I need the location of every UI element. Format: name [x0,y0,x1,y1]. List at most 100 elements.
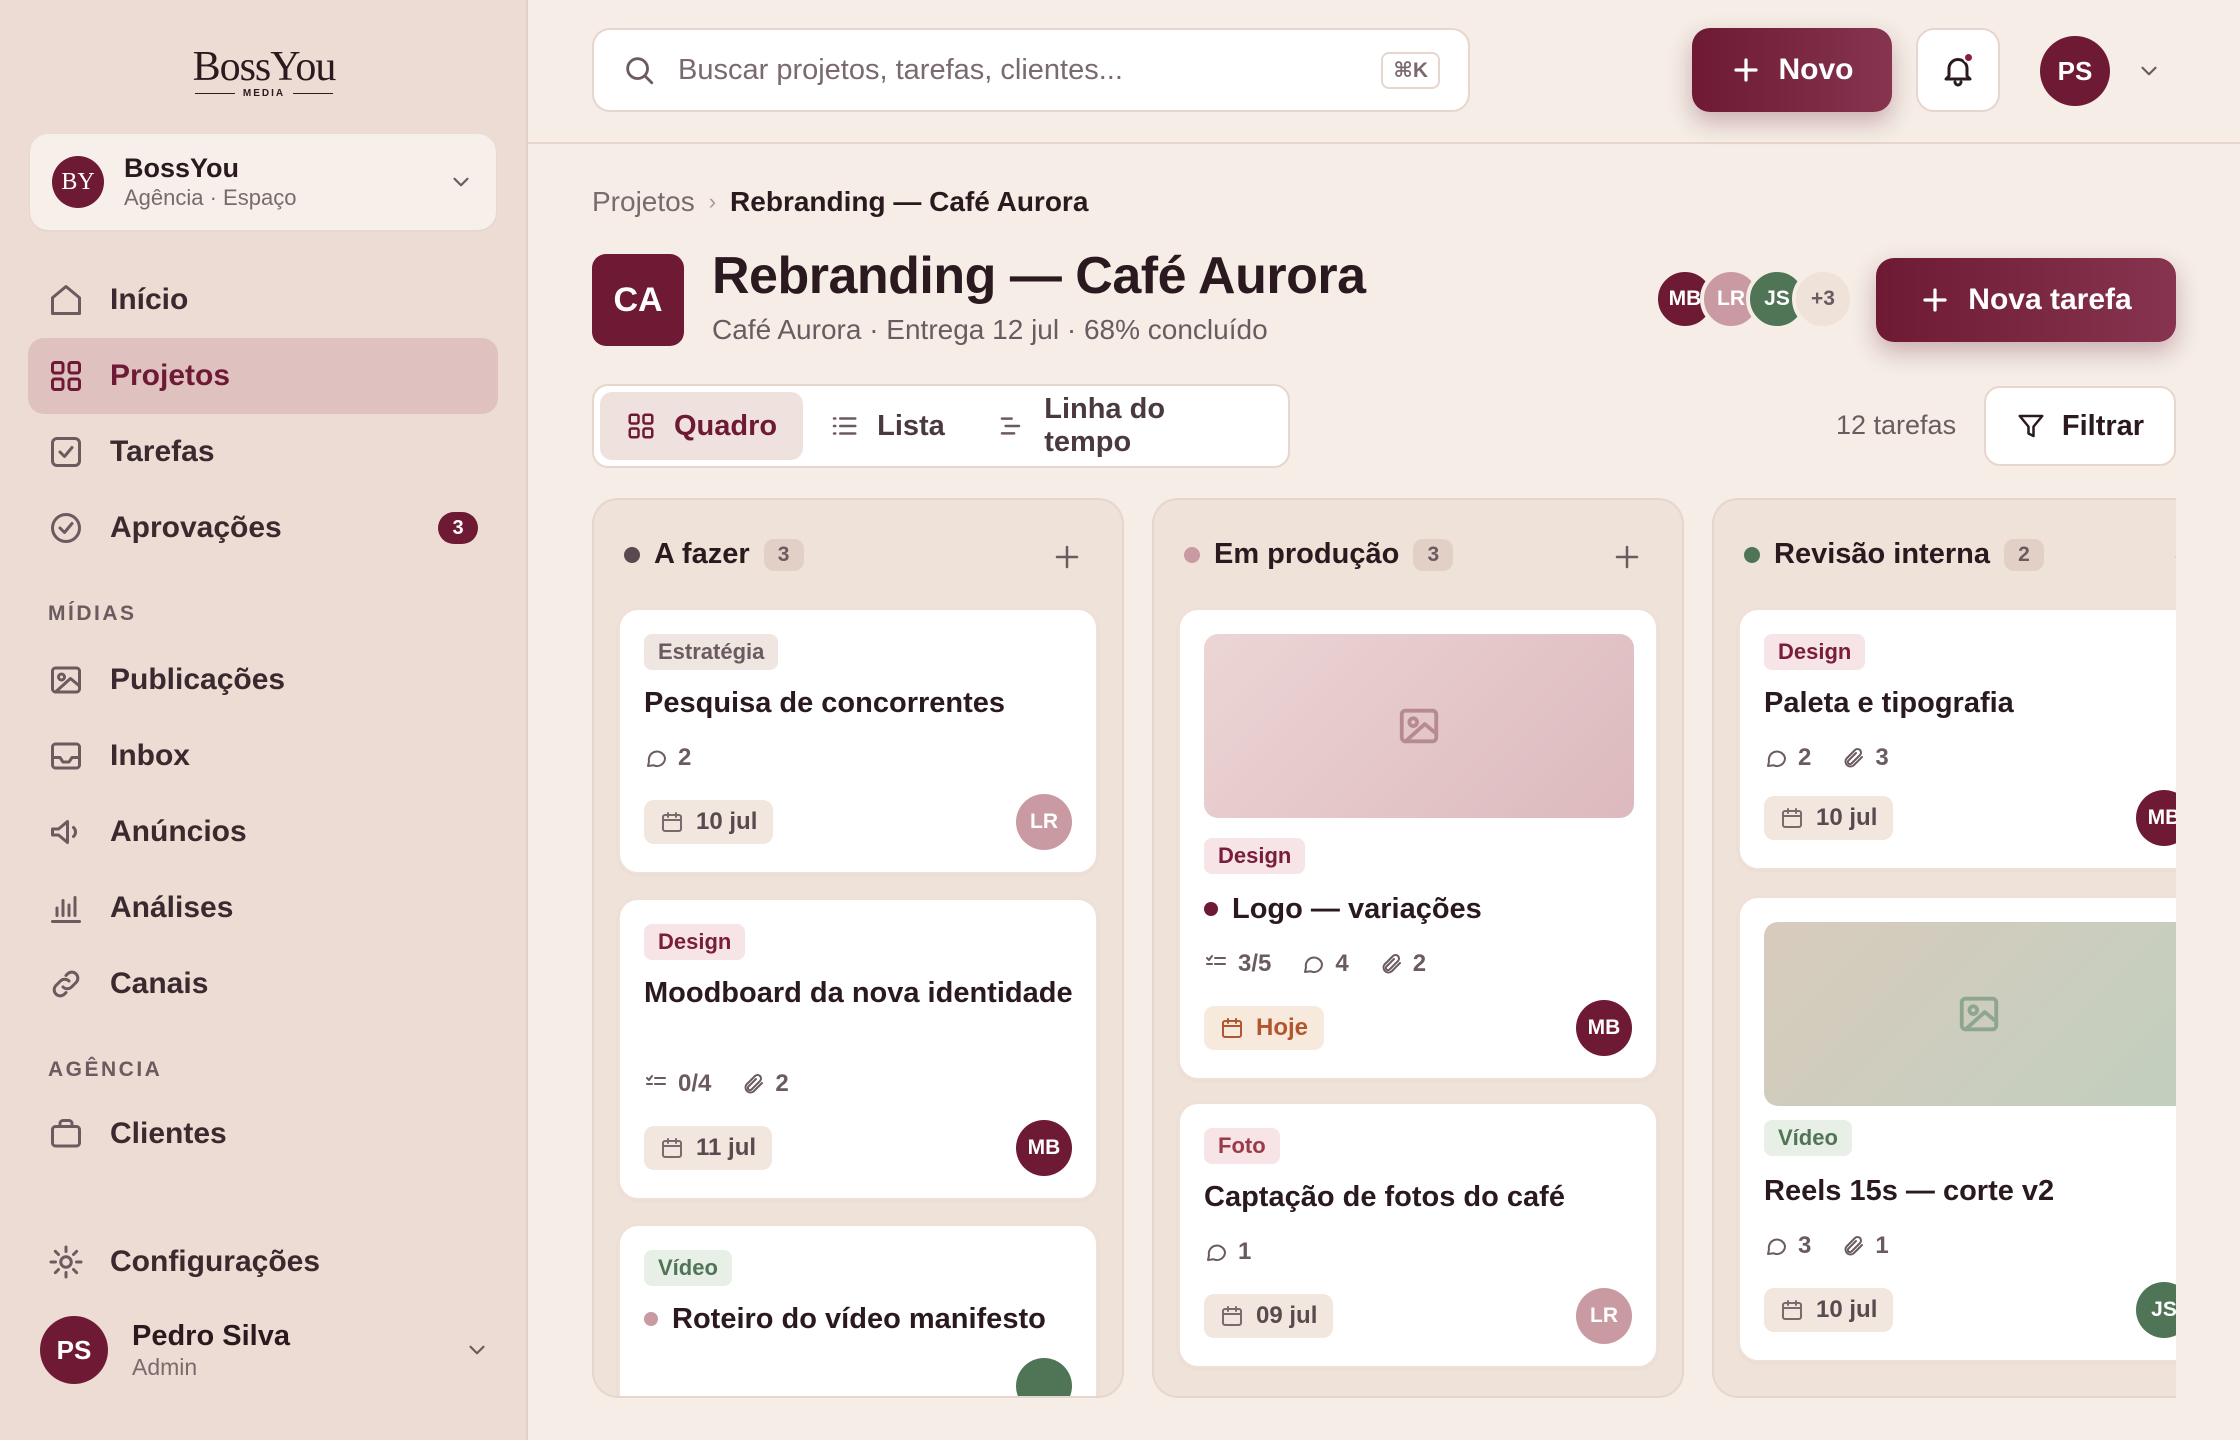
add-card-icon[interactable] [2172,542,2176,572]
view-tabs: Quadro Lista Linha do tempo [592,384,1290,468]
task-card[interactable]: Design Paleta e tipografia 2 3 10 jul MB [1738,608,2176,870]
image-icon [51,666,81,694]
kanban-board: A fazer 3 Estratégia Pesquisa de concorr… [592,498,2176,1418]
logo-subtitle-text: MEDIA [242,88,286,99]
bar-chart-icon [51,896,81,923]
paperclip-icon [1844,1235,1864,1256]
timeline-icon [1000,417,1021,435]
project-meta: Café Aurora · Entrega 12 jul · 68% concl… [712,314,1268,345]
sidebar-item-projetos[interactable]: Projetos [28,338,498,414]
due-date: Hoje [1204,1006,1325,1050]
tab-quadro[interactable]: Quadro [600,392,804,460]
sidebar-item-aprovacoes[interactable]: Aprovações 3 [28,490,498,566]
avatar[interactable]: PS [2040,36,2110,106]
briefcase-icon [51,1119,81,1148]
avatar [1016,1358,1072,1396]
task-tag: Foto [1204,1128,1280,1164]
search-bar[interactable]: ⌘K [592,28,1470,112]
task-title: Logo — variações [1204,890,1636,928]
task-tag: Design [1764,634,1866,670]
search-shortcut-hint: ⌘K [1381,51,1440,89]
attachments-count-value: 3 [1875,744,1889,771]
paperclip-icon [1844,747,1864,768]
task-card[interactable]: Foto Captação de fotos do café 1 09 jul … [1178,1102,1658,1368]
comments-count-value: 2 [678,744,692,771]
search-input[interactable] [678,53,1382,87]
breadcrumb-link-projetos[interactable]: Projetos [592,186,695,218]
paperclip-icon [1382,953,1401,974]
task-tag: Design [644,924,746,960]
due-date-value: Hoje [1256,1014,1309,1041]
section-label-agencia: AGÊNCIA [48,1058,163,1081]
task-cover-image [1204,634,1634,818]
user-menu[interactable]: PS Pedro Silva Admin [40,1312,490,1388]
add-card-icon[interactable] [1612,542,1642,572]
sidebar-item-publicacoes[interactable]: Publicações [28,642,498,718]
project-avatar: CA [592,254,684,346]
page-title: Rebranding — Café Aurora [712,247,1366,305]
approvals-count-badge: 3 [438,512,478,544]
task-count: 12 tarefas [1836,410,1957,440]
breadcrumb-separator: › [708,189,717,214]
comment-icon [1767,750,1786,767]
sidebar-item-configuracoes[interactable]: Configurações [28,1224,498,1300]
task-title-text: Logo — variações [1232,893,1482,925]
due-date: 10 jul [1764,796,1894,840]
notifications-button[interactable] [1916,28,2000,112]
due-date: 09 jul [1204,1294,1334,1338]
tab-lista[interactable]: Lista [803,392,971,460]
user-role: Admin [132,1354,198,1380]
priority-dot [1204,902,1218,916]
comment-icon [1207,1244,1226,1261]
filter-button-label: Filtrar [2061,409,2145,442]
priority-dot [644,1312,658,1326]
workspace-switcher[interactable]: BY BossYou Agência · Espaço [30,134,496,230]
sidebar-item-clientes[interactable]: Clientes [28,1096,498,1172]
due-date: 10 jul [644,800,774,844]
sidebar-item-tarefas[interactable]: Tarefas [28,414,498,490]
midias-nav: Publicações Inbox Anúncios Análises Cana… [28,642,498,1022]
comments-count: 2 [644,744,691,772]
sidebar-item-analises[interactable]: Análises [28,870,498,946]
avatar: LR [1016,794,1072,850]
section-label-midias: MÍDIAS [48,602,137,625]
project-members[interactable]: MB LR JS +3 [1654,268,1854,330]
task-card[interactable]: Vídeo Reels 15s — corte v2 3 1 10 jul JS [1738,896,2176,1362]
task-card[interactable]: Vídeo Roteiro do vídeo manifesto [618,1224,1098,1396]
sidebar-item-inbox[interactable]: Inbox [28,718,498,794]
tab-label: Quadro [674,409,778,442]
task-card[interactable]: Estratégia Pesquisa de concorrentes 2 10… [618,608,1098,874]
plus-icon [1923,288,1947,312]
column-count: 3 [763,538,804,571]
sidebar-item-inicio[interactable]: Início [28,262,498,338]
chevron-down-icon[interactable] [2136,58,2162,84]
calendar-icon [662,812,682,832]
tab-linha-do-tempo[interactable]: Linha do tempo [971,392,1282,460]
due-date-value: 10 jul [1816,1296,1878,1323]
breadcrumb: Projetos › Rebranding — Café Aurora [592,186,1088,218]
task-card[interactable]: Design Logo — variações 3/5 4 2 Hoje MB [1178,608,1658,1080]
sidebar-item-anuncios[interactable]: Anúncios [28,794,498,870]
logo[interactable]: BossYou MEDIA [0,44,528,99]
column-title: Em produção [1214,538,1400,570]
workspace-name: BossYou [124,153,240,183]
inbox-icon [51,742,81,770]
paperclip-icon [744,1073,764,1094]
more-members-badge: +3 [1792,268,1854,330]
new-task-button[interactable]: Nova tarefa [1876,258,2176,342]
column-status-dot [1184,546,1200,563]
add-card-icon[interactable] [1052,542,1082,572]
calendar-icon [1222,1306,1242,1326]
chevron-down-icon [469,1345,485,1355]
avatar: MB [1016,1120,1072,1176]
sidebar-item-canais[interactable]: Canais [28,946,498,1022]
comment-icon [1767,1238,1786,1255]
checklist-icon [646,1075,666,1085]
filter-button[interactable]: Filtrar [1984,386,2176,466]
sidebar-item-label: Anúncios [110,815,247,848]
calendar-icon [1782,1300,1802,1320]
column-status-dot [1744,546,1760,563]
task-card[interactable]: Design Moodboard da nova identidade 0/4 … [618,898,1098,1200]
task-title: Roteiro do vídeo manifesto [644,1300,1076,1338]
new-button[interactable]: Novo [1692,28,1892,112]
